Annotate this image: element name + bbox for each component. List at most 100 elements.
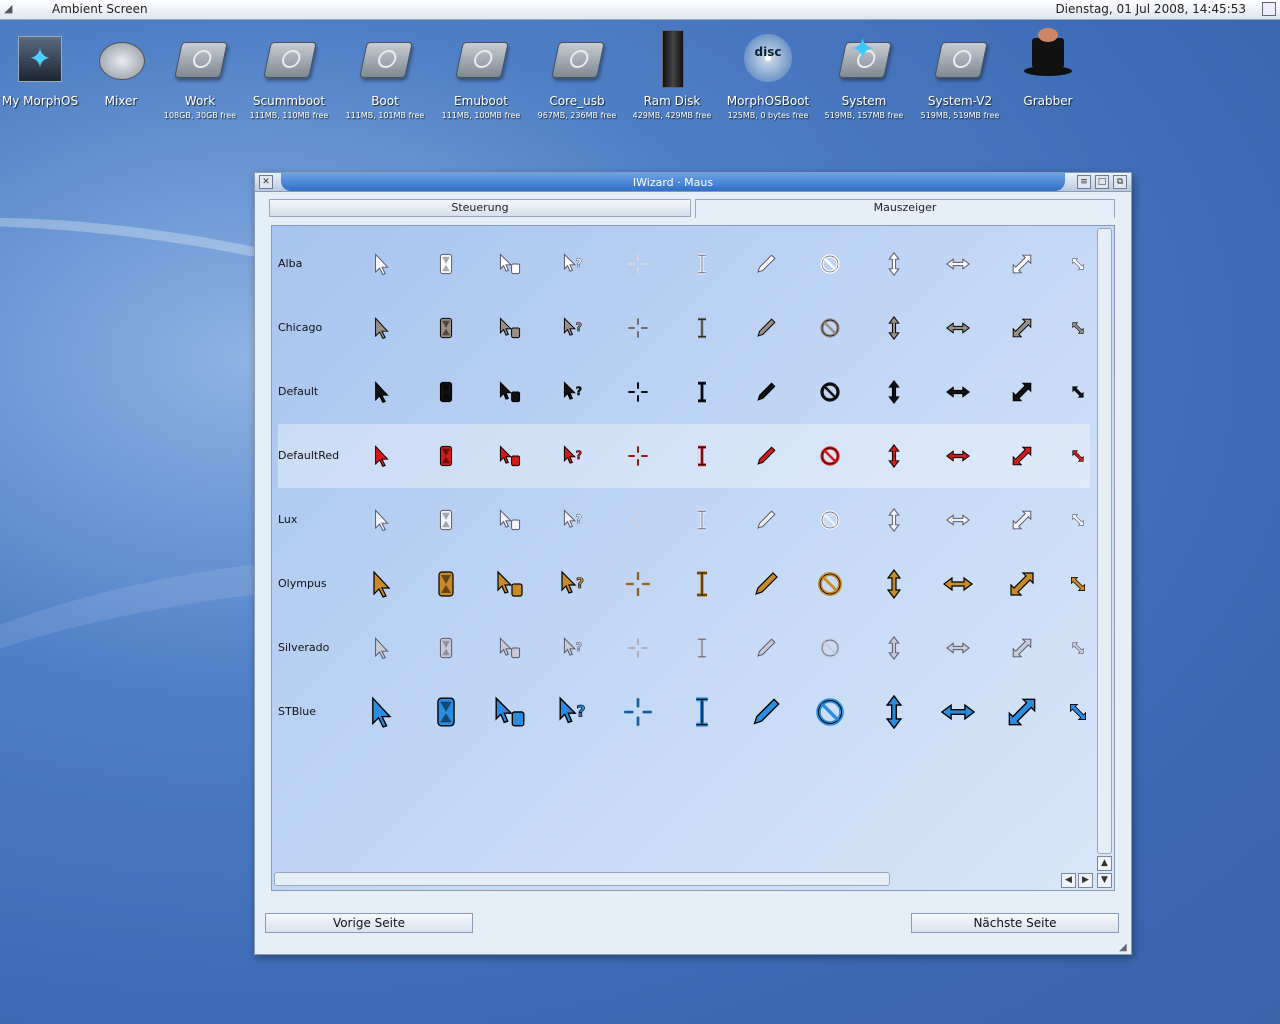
forbidden-pointer-icon [810, 308, 850, 348]
desktop-icon-label: Grabber [1023, 94, 1073, 108]
resize-nesw-pointer-icon [1002, 308, 1042, 348]
work-pointer-icon [490, 436, 530, 476]
forbidden-pointer-icon [810, 372, 850, 412]
prev-page-button[interactable]: Vorige Seite [265, 913, 473, 933]
help-pointer-icon: ? [554, 564, 594, 604]
desktop-icon-label: Work [184, 94, 216, 108]
window-title: IWizard · Maus [632, 176, 714, 189]
desktop-icon-info: 108GB, 30GB free [163, 111, 237, 120]
tab-steuerung[interactable]: Steuerung [269, 199, 691, 217]
busy-pointer-icon [426, 500, 466, 540]
scroll-right-icon[interactable]: ▶ [1078, 873, 1093, 888]
desktop-icon-label: Emuboot [454, 94, 508, 108]
resize-we-pointer-icon [938, 372, 978, 412]
forbidden-pointer-icon [810, 564, 850, 604]
desktop-icon[interactable]: Work 108GB, 30GB free [152, 28, 248, 120]
harddisk-icon [453, 28, 509, 88]
arrow-pointer-icon [362, 308, 402, 348]
help-pointer-icon: ? [554, 308, 594, 348]
pen-pointer-icon [746, 244, 786, 284]
desktop-icon[interactable]: Core_usb 967MB, 236MB free [529, 28, 625, 120]
harddisk-icon [549, 28, 605, 88]
svg-text:?: ? [576, 449, 583, 462]
desktop-icon[interactable]: disc MorphOSBoot 125MB, 0 bytes free [720, 28, 816, 120]
grabber-hat-icon [1020, 28, 1076, 88]
tab-bar: Steuerung Mauszeiger [269, 199, 1115, 218]
desktop-icon[interactable]: System-V2 519MB, 519MB free [912, 28, 1008, 120]
resize-ns-pointer-icon [874, 372, 914, 412]
resize-we-pointer-icon [938, 564, 978, 604]
clock: Dienstag, 01 Jul 2008, 14:45:53 [1055, 2, 1246, 16]
text-pointer-icon [682, 692, 722, 732]
svg-text:?: ? [576, 321, 583, 334]
work-pointer-icon [490, 308, 530, 348]
tab-mauszeiger[interactable]: Mauszeiger [695, 199, 1115, 218]
desktop-icon[interactable]: ✦ System 519MB, 157MB free [816, 28, 912, 120]
resize-ns-pointer-icon [874, 436, 914, 476]
resize-nwse-pointer-icon [1066, 564, 1090, 604]
screen-depth-icon[interactable] [1262, 2, 1276, 16]
resize-nesw-pointer-icon [1002, 436, 1042, 476]
forbidden-pointer-icon [810, 436, 850, 476]
help-pointer-icon: ? [554, 628, 594, 668]
resize-ns-pointer-icon [874, 500, 914, 540]
theme-row[interactable]: Lux? [278, 488, 1090, 552]
screen-title-bar: ◢ Ambient Screen Dienstag, 01 Jul 2008, … [0, 0, 1280, 20]
work-pointer-icon [490, 500, 530, 540]
svg-text:?: ? [576, 702, 585, 721]
resize-nesw-pointer-icon [1002, 564, 1042, 604]
theme-row[interactable]: Olympus? [278, 552, 1090, 616]
resize-nwse-pointer-icon [1066, 692, 1090, 732]
scroll-up-icon[interactable]: ▲ [1097, 856, 1112, 871]
desktop-icon-info: 111MB, 100MB free [441, 111, 521, 120]
text-pointer-icon [682, 244, 722, 284]
theme-name: Lux [278, 513, 298, 526]
work-pointer-icon [490, 372, 530, 412]
window-titlebar[interactable]: ✕ IWizard · Maus ≡ □ ⧉ [255, 173, 1131, 192]
ambient-menu-icon[interactable]: ◢ [4, 2, 20, 16]
svg-text:?: ? [576, 257, 583, 270]
desktop-icon[interactable]: Ram Disk 429MB, 429MB free [624, 28, 720, 120]
desktop-icon[interactable]: Emuboot 111MB, 100MB free [433, 28, 529, 120]
theme-row[interactable]: Chicago? [278, 296, 1090, 360]
arrow-pointer-icon [362, 500, 402, 540]
horizontal-scrollbar[interactable] [274, 872, 890, 886]
harddisk-icon [261, 28, 317, 88]
desktop-icon[interactable]: Grabber [1000, 28, 1096, 108]
theme-row[interactable]: Default? [278, 360, 1090, 424]
resize-grip-icon[interactable]: ◢ [1119, 942, 1129, 953]
arrow-pointer-icon [362, 564, 402, 604]
work-pointer-icon [490, 244, 530, 284]
help-pointer-icon: ? [554, 692, 594, 732]
theme-name: Default [278, 385, 319, 398]
resize-we-pointer-icon [938, 244, 978, 284]
theme-row[interactable]: Silverado? [278, 616, 1090, 680]
depth-icon[interactable]: ⧉ [1113, 175, 1127, 189]
desktop-icon-info: 519MB, 157MB free [824, 111, 904, 120]
vertical-scrollbar[interactable] [1097, 228, 1112, 854]
desktop-icon-label: MorphOSBoot [726, 94, 810, 108]
desktop-icon[interactable]: Boot 111MB, 101MB free [337, 28, 433, 120]
theme-row[interactable]: DefaultRed? [278, 424, 1090, 488]
resize-we-pointer-icon [938, 436, 978, 476]
butterfly-drive-icon: ✦ [836, 28, 892, 88]
scroll-left-icon[interactable]: ◀ [1061, 873, 1076, 888]
close-icon[interactable]: ✕ [259, 175, 273, 189]
text-pointer-icon [682, 628, 722, 668]
theme-name: Alba [278, 257, 303, 270]
crosshair-pointer-icon [618, 372, 658, 412]
next-page-button[interactable]: Nächste Seite [911, 913, 1119, 933]
text-pointer-icon [682, 372, 722, 412]
pen-pointer-icon [746, 436, 786, 476]
forbidden-pointer-icon [810, 692, 850, 732]
theme-row[interactable]: STBlue? [278, 680, 1090, 744]
desktop-icon[interactable]: Scummboot 111MB, 110MB free [241, 28, 337, 120]
iconify-icon[interactable]: ≡ [1077, 175, 1091, 189]
resize-ns-pointer-icon [874, 308, 914, 348]
zoom-icon[interactable]: □ [1095, 175, 1109, 189]
theme-row[interactable]: Alba? [278, 232, 1090, 296]
scroll-down-icon[interactable]: ▼ [1097, 873, 1112, 888]
svg-text:?: ? [576, 576, 584, 592]
resize-nesw-pointer-icon [1002, 628, 1042, 668]
work-pointer-icon [490, 564, 530, 604]
